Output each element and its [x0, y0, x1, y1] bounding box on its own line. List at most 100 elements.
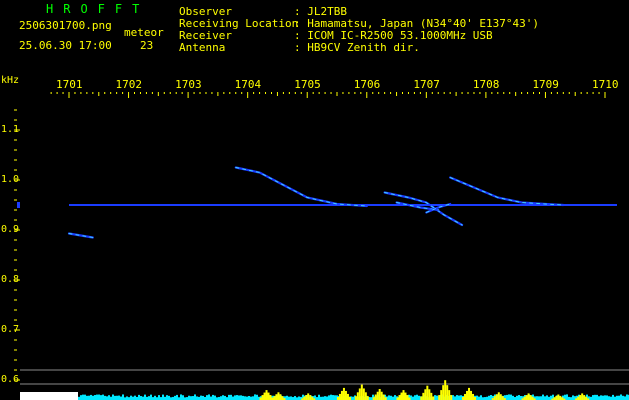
meter-bin	[158, 395, 160, 400]
echo-trace	[67, 232, 94, 239]
echo-trace-highlight	[235, 167, 368, 207]
meter-bin	[294, 396, 296, 400]
meter-bin	[106, 396, 108, 400]
meter-bin	[222, 395, 224, 400]
meter-bin	[480, 395, 482, 400]
meter-burst	[378, 389, 381, 400]
meter-bin	[236, 395, 238, 400]
meter-burst	[420, 396, 423, 400]
meter-bin	[602, 395, 604, 400]
meter-bin	[220, 396, 222, 400]
carrier-marker	[17, 202, 20, 208]
meter-bin	[102, 394, 104, 400]
meter-bin	[246, 396, 248, 400]
meter-bin	[512, 395, 514, 400]
meter-burst	[277, 392, 280, 400]
meter-bin	[608, 396, 610, 400]
meter-bin	[230, 394, 232, 400]
meter-burst	[581, 393, 584, 400]
echo-trace-highlight	[449, 177, 564, 206]
meter-burst	[338, 393, 341, 400]
meter-burst	[555, 395, 558, 400]
meter-burst	[472, 393, 475, 400]
meter-bin	[328, 395, 330, 400]
meter-bin	[390, 395, 392, 400]
meter-burst	[340, 390, 343, 400]
meter-bin	[288, 396, 290, 400]
meter-bin	[248, 395, 250, 400]
meter-bin	[206, 395, 208, 400]
meter-bin	[326, 396, 328, 400]
meter-bin	[488, 395, 490, 400]
meter-bin	[140, 396, 142, 400]
meter-bin	[242, 395, 244, 400]
meter-bin	[238, 395, 240, 400]
meter-burst	[307, 393, 310, 400]
meter-bin	[228, 394, 230, 400]
meter-layer	[20, 380, 629, 400]
meter-burst	[529, 395, 532, 400]
meter-bin	[518, 395, 520, 400]
meter-bin	[538, 396, 540, 400]
meter-bin	[506, 394, 508, 400]
meter-bin	[620, 394, 622, 400]
meter-burst	[559, 395, 562, 400]
meter-bin	[118, 395, 120, 400]
meter-burst	[579, 395, 582, 400]
meter-bin	[626, 394, 628, 400]
meter-bin	[388, 395, 390, 400]
meter-bin	[394, 395, 396, 400]
meter-bin	[180, 394, 182, 400]
meter-bin	[436, 395, 438, 400]
meter-bin	[214, 395, 216, 400]
meter-bin	[546, 395, 548, 400]
meter-bin	[624, 396, 626, 400]
meter-bin	[126, 396, 128, 400]
meter-bin	[196, 396, 198, 400]
meter-bin	[286, 395, 288, 400]
spectrogram-plot	[14, 92, 629, 400]
meter-bin	[104, 395, 106, 400]
meter-bin	[606, 395, 608, 400]
meter-bin	[604, 395, 606, 400]
meter-burst	[424, 389, 427, 400]
meter-bin	[116, 395, 118, 400]
meter-bin	[600, 395, 602, 400]
meter-bin	[182, 395, 184, 400]
meter-bin	[84, 394, 86, 400]
meter-bin	[516, 395, 518, 400]
meter-bin	[476, 395, 478, 400]
meter-bin	[544, 396, 546, 400]
meter-bin	[98, 394, 100, 400]
meter-burst	[366, 396, 369, 400]
meter-bin	[252, 396, 254, 400]
meter-bin	[566, 394, 568, 400]
meter-burst	[422, 392, 425, 400]
meter-burst	[356, 392, 359, 400]
meter-bin	[542, 394, 544, 400]
meter-left-block	[20, 392, 78, 400]
meter-burst	[380, 391, 383, 400]
meter-bin	[334, 395, 336, 400]
meter-burst	[557, 394, 560, 400]
tick-marks	[14, 92, 629, 385]
meter-burst	[432, 396, 435, 400]
meter-bin	[612, 394, 614, 400]
meter-burst	[446, 385, 449, 400]
meter-bin	[138, 394, 140, 400]
meter-bin	[190, 396, 192, 400]
meter-burst	[281, 396, 284, 400]
meter-bin	[256, 394, 258, 400]
meter-burst	[404, 392, 407, 400]
meter-bin	[240, 395, 242, 400]
meter-bin	[150, 394, 152, 400]
meter-bin	[572, 395, 574, 400]
meter-bin	[510, 394, 512, 400]
meter-bin	[120, 396, 122, 400]
meter-burst	[493, 396, 496, 400]
meter-bin	[412, 396, 414, 400]
meter-burst	[354, 396, 357, 400]
meter-bin	[200, 395, 202, 400]
meter-bin	[100, 395, 102, 400]
meter-burst	[275, 394, 278, 400]
